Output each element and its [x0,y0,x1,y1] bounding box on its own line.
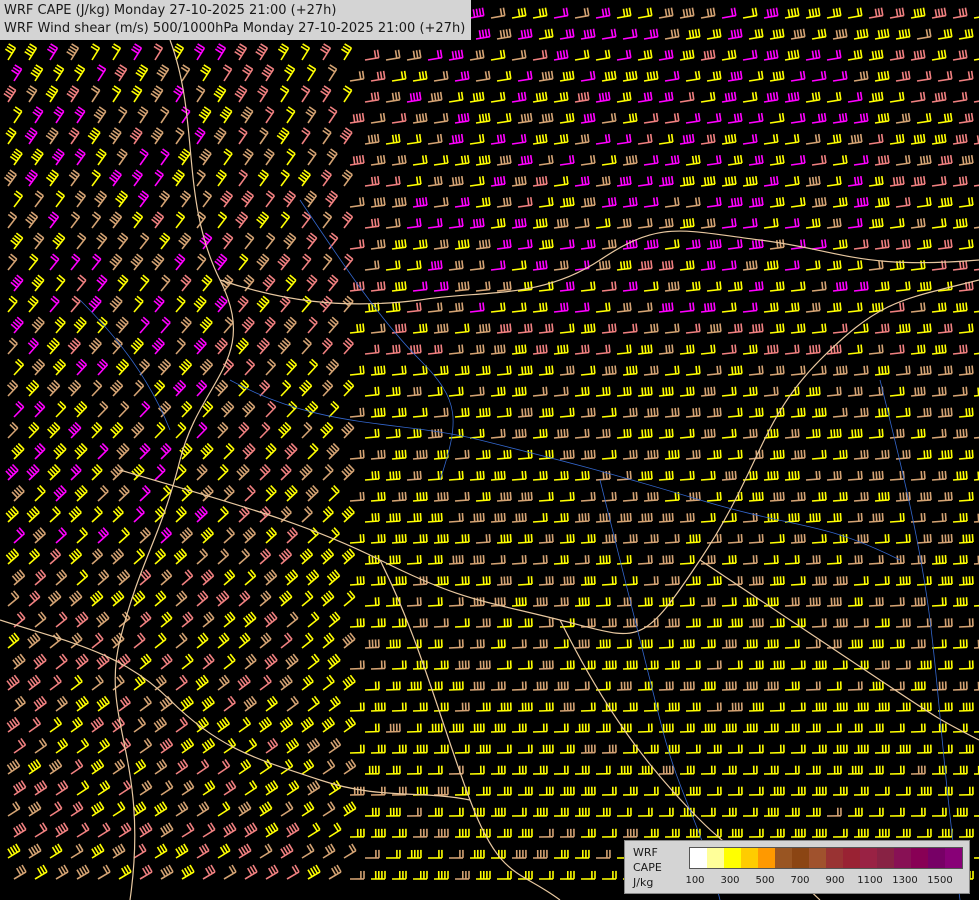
title-cape: WRF CAPE (J/kg) Monday 27-10-2025 21:00 … [4,3,337,18]
legend-tick: 1500 [927,875,953,886]
legend-swatch [945,848,962,868]
legend-swatch [860,848,877,868]
legend-swatch [792,848,809,868]
legend-tick-labels: 100 300 500 700 900 1100 1300 1500 [685,875,969,889]
legend-labels: WRF CAPE J/kg [633,845,662,890]
legend-tick: 1300 [892,875,918,886]
legend-swatch [826,848,843,868]
legend-swatch [707,848,724,868]
legend-swatch [724,848,741,868]
legend-swatch [809,848,826,868]
legend-swatch [690,848,707,868]
legend-label-model: WRF [633,846,658,859]
legend-label-unit: J/kg [633,876,654,889]
legend-swatch [928,848,945,868]
legend-swatch [877,848,894,868]
legend-tick: 300 [720,875,740,886]
wind-shear-map [0,0,979,900]
legend-tick: 500 [755,875,775,886]
legend-color-scale [689,847,963,869]
legend-tick: 1100 [857,875,883,886]
legend-tick: 100 [685,875,705,886]
legend-label-field: CAPE [633,861,662,874]
legend-swatch [775,848,792,868]
legend-swatch [911,848,928,868]
legend-swatch [758,848,775,868]
legend-tick: 900 [825,875,845,886]
legend-swatch [741,848,758,868]
legend-swatch [843,848,860,868]
map-title: WRF CAPE (J/kg) Monday 27-10-2025 21:00 … [0,0,472,40]
legend-tick: 700 [790,875,810,886]
title-wind-shear: WRF Wind shear (m/s) 500/1000hPa Monday … [4,21,466,36]
legend-swatch [894,848,911,868]
cape-legend: WRF CAPE J/kg 100 300 500 700 900 1100 1300 150… [624,840,970,894]
